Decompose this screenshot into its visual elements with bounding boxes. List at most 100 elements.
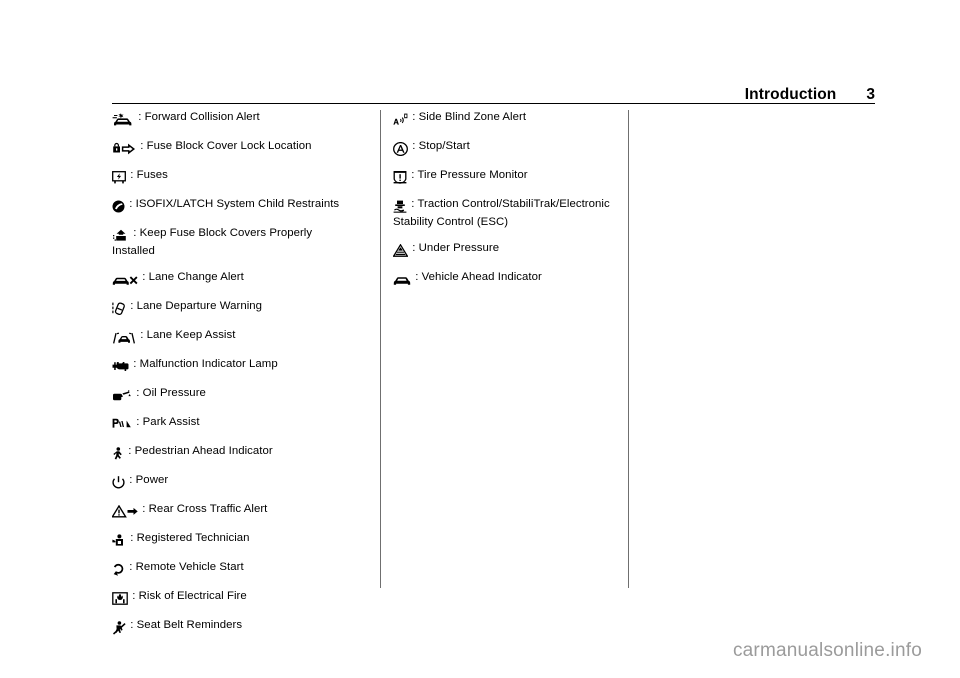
- legend-label: Risk of Electrical Fire: [138, 590, 247, 602]
- legend-label: Malfunction Indicator Lamp: [139, 358, 278, 370]
- page-number: 3: [866, 85, 875, 103]
- legend-separator: :: [125, 445, 135, 457]
- legend-separator: :: [133, 387, 143, 399]
- legend-label: Fuses: [136, 169, 168, 181]
- legend-separator: :: [137, 329, 147, 341]
- legend-entry: : Pedestrian Ahead Indicator: [112, 444, 356, 462]
- legend-separator: :: [137, 140, 147, 152]
- legend-label: Oil Pressure: [142, 387, 206, 399]
- legend-separator: :: [127, 619, 137, 631]
- legend-separator: :: [127, 532, 137, 544]
- legend-label: Vehicle Ahead Indicator: [421, 271, 542, 283]
- legend-label: Traction Control/StabiliTrak/Electronic …: [393, 198, 610, 228]
- column-left: : Forward Collision Alert : Fuse Block C…: [112, 110, 356, 635]
- manual-page: Introduction 3 : Forward Collision Alert…: [0, 0, 960, 678]
- legend-entry: : Vehicle Ahead Indicator: [393, 270, 628, 288]
- legend-entry: : Oil Pressure: [112, 386, 356, 404]
- legend-entry: : Rear Cross Traffic Alert: [112, 502, 356, 520]
- legend-label: ISOFIX/LATCH System Child Restraints: [135, 198, 340, 210]
- legend-entry: : Stop/Start: [393, 139, 628, 157]
- legend-entry: : Lane Departure Warning: [112, 299, 356, 317]
- legend-entry: : ISOFIX/LATCH System Child Restraints: [112, 197, 356, 215]
- registered-technician-icon: [112, 534, 126, 549]
- vehicle-ahead-indicator-icon: [393, 273, 411, 288]
- legend-entry: : Remote Vehicle Start: [112, 560, 356, 578]
- rear-cross-traffic-alert-icon: [112, 505, 138, 520]
- legend-entry: : Fuses: [112, 168, 356, 186]
- legend-label: Under Pressure: [418, 242, 500, 254]
- column-divider-right: [628, 110, 629, 588]
- legend-entry: : Lane Change Alert: [112, 270, 356, 288]
- legend-label: Keep Fuse Block Covers Properly Installe…: [112, 227, 313, 257]
- side-blind-zone-alert-icon: [393, 113, 408, 128]
- legend-entry: : Lane Keep Assist: [112, 328, 356, 346]
- legend-separator: :: [139, 271, 149, 283]
- legend-separator: :: [412, 271, 422, 283]
- legend-entry: : Seat Belt Reminders: [112, 618, 356, 636]
- legend-entry: : Under Pressure: [393, 241, 628, 259]
- legend-label: Fuse Block Cover Lock Location: [146, 140, 312, 152]
- legend-entry: : Traction Control/StabiliTrak/Electroni…: [393, 197, 628, 230]
- traction-control-stabilitrak-icon: [393, 200, 407, 215]
- column-right: : Side Blind Zone Alert : Stop/Start : T…: [380, 110, 628, 588]
- legend-label: Pedestrian Ahead Indicator: [134, 445, 273, 457]
- legend-separator: :: [409, 111, 419, 123]
- legend-label: Lane Keep Assist: [146, 329, 236, 341]
- legend-label: Park Assist: [142, 416, 200, 428]
- legend-entry: : Power: [112, 473, 356, 491]
- legend-label: Seat Belt Reminders: [136, 619, 243, 631]
- power-icon: [112, 476, 125, 491]
- watermark: carmanualsonline.info: [732, 640, 922, 661]
- fuses-icon: [112, 171, 126, 186]
- legend-separator: :: [130, 227, 140, 239]
- legend-separator: :: [133, 416, 143, 428]
- legend-entry: : Tire Pressure Monitor: [393, 168, 628, 186]
- legend-entry: : Side Blind Zone Alert: [393, 110, 628, 128]
- page-title: Introduction: [744, 85, 837, 103]
- lane-keep-assist-icon: [112, 331, 136, 346]
- legend-entry: : Risk of Electrical Fire: [112, 589, 356, 607]
- legend-entry: : Fuse Block Cover Lock Location: [112, 139, 356, 157]
- legend-label: Stop/Start: [418, 140, 470, 152]
- legend-label: Power: [135, 474, 169, 486]
- seat-belt-reminders-icon: [112, 621, 126, 636]
- legend-separator: :: [409, 140, 419, 152]
- legend-separator: :: [126, 474, 136, 486]
- legend-entry: : Forward Collision Alert: [112, 110, 356, 128]
- malfunction-indicator-lamp-icon: [112, 360, 129, 375]
- legend-entry: : Keep Fuse Block Covers Properly Instal…: [112, 226, 356, 259]
- legend-separator: :: [126, 561, 136, 573]
- legend-label: Side Blind Zone Alert: [418, 111, 527, 123]
- under-pressure-icon: [393, 244, 408, 259]
- legend-separator: :: [409, 242, 419, 254]
- risk-of-electrical-fire-icon: [112, 592, 128, 607]
- legend-separator: :: [127, 300, 137, 312]
- lane-departure-warning-icon: [112, 302, 126, 317]
- isofix-latch-child-restraints-icon: [112, 200, 125, 215]
- stop-start-icon: [393, 141, 408, 157]
- legend-label: Tire Pressure Monitor: [417, 169, 528, 181]
- legend-label: Lane Departure Warning: [136, 300, 263, 312]
- forward-collision-alert-icon: [112, 112, 134, 128]
- legend-label: Forward Collision Alert: [144, 111, 260, 123]
- remote-vehicle-start-icon: [112, 563, 125, 578]
- symbol-legend: : Forward Collision Alert : Fuse Block C…: [112, 110, 875, 635]
- legend-label: Registered Technician: [136, 532, 250, 544]
- legend-separator: :: [135, 111, 145, 123]
- pedestrian-ahead-indicator-icon: [112, 447, 124, 462]
- legend-label: Rear Cross Traffic Alert: [148, 503, 268, 515]
- legend-label: Remote Vehicle Start: [135, 561, 244, 573]
- park-assist-icon: [112, 418, 132, 433]
- header-rule: [112, 103, 875, 104]
- oil-pressure-icon: [112, 389, 132, 404]
- keep-fuse-block-covers-installed-icon: [112, 229, 129, 244]
- page-header: Introduction 3: [112, 80, 875, 102]
- legend-separator: :: [127, 169, 137, 181]
- legend-label: Lane Change Alert: [148, 271, 244, 283]
- legend-separator: :: [126, 198, 136, 210]
- legend-entry: : Registered Technician: [112, 531, 356, 549]
- lane-change-alert-icon: [112, 273, 138, 288]
- legend-entry: : Park Assist: [112, 415, 356, 433]
- legend-separator: :: [129, 590, 139, 602]
- legend-entry: : Malfunction Indicator Lamp: [112, 357, 356, 375]
